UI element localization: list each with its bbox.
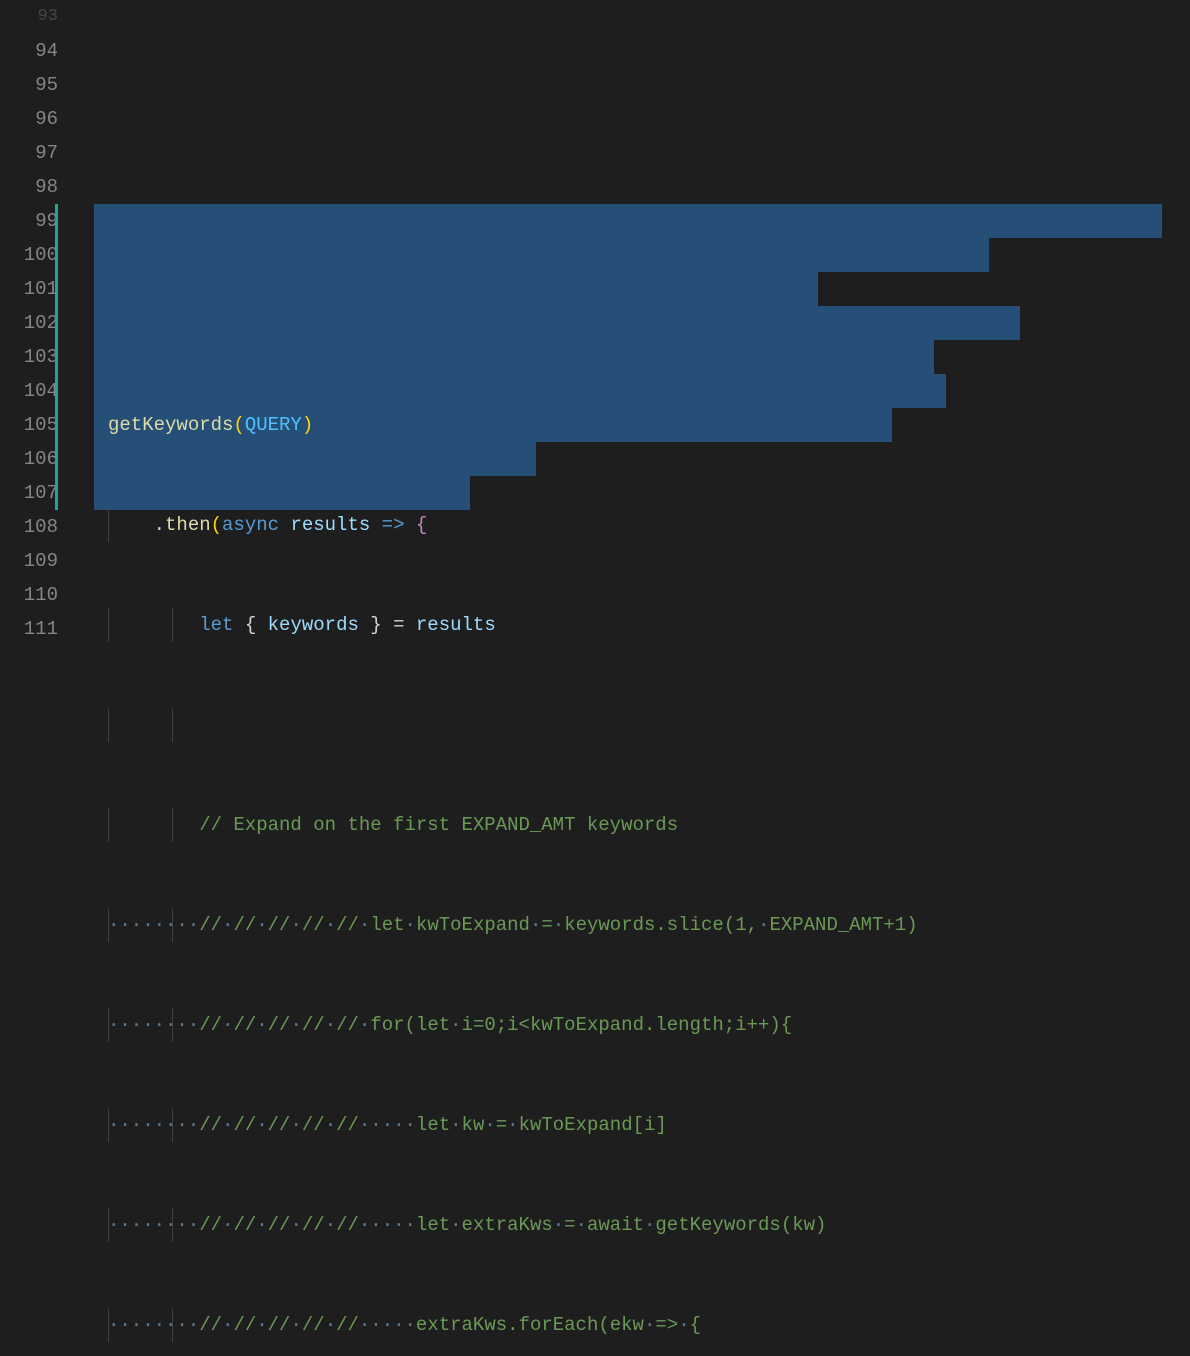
line-number: 105 — [0, 408, 58, 442]
diff-bar — [55, 238, 58, 272]
line-number: 96 — [0, 102, 58, 136]
line-number: 104 — [0, 374, 58, 408]
line-number: 100 — [0, 238, 58, 272]
code-line[interactable] — [78, 308, 1190, 342]
line-number: 95 — [0, 68, 58, 102]
diff-bar — [55, 340, 58, 374]
indent-guide — [172, 708, 173, 742]
text-selection — [94, 374, 946, 408]
line-number: 111 — [0, 612, 58, 646]
line-number: 97 — [0, 136, 58, 170]
diff-bar — [55, 374, 58, 408]
line-number: 101 — [0, 272, 58, 306]
diff-bar — [55, 272, 58, 306]
text-selection — [94, 272, 818, 306]
text-selection — [94, 238, 989, 272]
indent-guide — [108, 708, 109, 742]
code-line[interactable]: ········//·//·//·//·//·····extraKws.forE… — [78, 1308, 1190, 1342]
line-number: 93 — [0, 0, 58, 34]
code-line[interactable]: ········//·//·//·//·//·let·kwToExpand·=·… — [78, 908, 1190, 942]
code-line[interactable]: // Expand on the first EXPAND_AMT keywor… — [78, 808, 1190, 842]
diff-bar — [55, 408, 58, 442]
text-selection — [94, 204, 1162, 238]
code-line[interactable]: ········//·//·//·//·//·····let·extraKws·… — [78, 1208, 1190, 1242]
line-number: 108 — [0, 510, 58, 544]
line-number: 94 — [0, 34, 58, 68]
code-editor[interactable]: 93 94 95 96 97 98 99 100 101 102 103 104… — [0, 0, 1190, 678]
line-number: 107 — [0, 476, 58, 510]
line-gutter: 93 94 95 96 97 98 99 100 101 102 103 104… — [0, 0, 78, 678]
code-line[interactable]: .then(async results => { — [78, 508, 1190, 542]
line-number: 99 — [0, 204, 58, 238]
diff-bar — [55, 204, 58, 238]
code-line[interactable]: getKeywords(QUERY) — [78, 408, 1190, 442]
diff-bar — [55, 442, 58, 476]
line-number: 103 — [0, 340, 58, 374]
code-line[interactable]: ········//·//·//·//·//·····let·kw·=·kwTo… — [78, 1108, 1190, 1142]
text-selection — [94, 340, 934, 374]
line-number: 98 — [0, 170, 58, 204]
line-number: 102 — [0, 306, 58, 340]
code-line[interactable]: let { keywords } = results — [78, 608, 1190, 642]
line-number: 106 — [0, 442, 58, 476]
code-line[interactable]: ········//·//·//·//·//·for(let·i=0;i<kwT… — [78, 1008, 1190, 1042]
code-area[interactable]: getKeywords(QUERY) .then(async results =… — [78, 0, 1190, 678]
line-number: 110 — [0, 578, 58, 612]
code-line[interactable] — [78, 708, 1190, 742]
text-selection — [94, 442, 536, 476]
line-number: 109 — [0, 544, 58, 578]
diff-bar — [55, 306, 58, 340]
diff-bar — [55, 476, 58, 510]
text-selection — [94, 476, 470, 510]
